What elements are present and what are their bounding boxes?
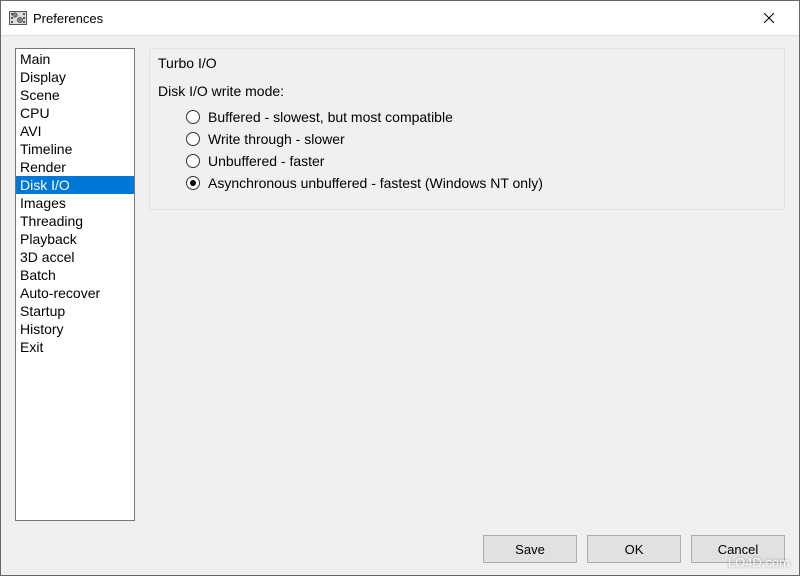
panel-heading: Turbo I/O (158, 55, 778, 71)
write-mode-option[interactable]: Buffered - slowest, but most compatible (186, 109, 778, 125)
radio-icon (186, 132, 200, 146)
radio-icon (186, 176, 200, 190)
panel-subheading: Disk I/O write mode: (158, 83, 778, 99)
radio-label: Write through - slower (208, 131, 345, 147)
sidebar-item[interactable]: AVI (16, 122, 134, 140)
sidebar-item[interactable]: Playback (16, 230, 134, 248)
sidebar-item[interactable]: Threading (16, 212, 134, 230)
settings-panel: Turbo I/O Disk I/O write mode: Buffered … (149, 48, 785, 521)
write-mode-option[interactable]: Write through - slower (186, 131, 778, 147)
write-mode-radiogroup: Buffered - slowest, but most compatible W… (186, 109, 778, 191)
sidebar-item[interactable]: Scene (16, 86, 134, 104)
sidebar-item[interactable]: Disk I/O (16, 176, 134, 194)
sidebar-item[interactable]: Exit (16, 338, 134, 356)
write-mode-option[interactable]: Unbuffered - faster (186, 153, 778, 169)
sidebar-item[interactable]: Display (16, 68, 134, 86)
cancel-button[interactable]: Cancel (691, 535, 785, 563)
app-icon (9, 9, 27, 27)
sidebar-item[interactable]: Auto-recover (16, 284, 134, 302)
radio-icon (186, 110, 200, 124)
sidebar-item[interactable]: Timeline (16, 140, 134, 158)
sidebar-item[interactable]: 3D accel (16, 248, 134, 266)
window-title: Preferences (33, 11, 749, 26)
radio-icon (186, 154, 200, 168)
sidebar-item[interactable]: Startup (16, 302, 134, 320)
close-button[interactable] (749, 4, 789, 32)
dialog-buttons: Save OK Cancel (15, 521, 785, 563)
radio-label: Buffered - slowest, but most compatible (208, 109, 453, 125)
preferences-window: Preferences MainDisplaySceneCPUAVITimeli… (0, 0, 800, 576)
radio-label: Asynchronous unbuffered - fastest (Windo… (208, 175, 543, 191)
sidebar-item[interactable]: Render (16, 158, 134, 176)
category-list[interactable]: MainDisplaySceneCPUAVITimelineRenderDisk… (15, 48, 135, 521)
titlebar: Preferences (1, 1, 799, 35)
write-mode-option[interactable]: Asynchronous unbuffered - fastest (Windo… (186, 175, 778, 191)
radio-label: Unbuffered - faster (208, 153, 324, 169)
ok-button[interactable]: OK (587, 535, 681, 563)
save-button[interactable]: Save (483, 535, 577, 563)
sidebar-item[interactable]: History (16, 320, 134, 338)
sidebar-item[interactable]: Main (16, 50, 134, 68)
client-area: MainDisplaySceneCPUAVITimelineRenderDisk… (1, 35, 799, 575)
sidebar-item[interactable]: Images (16, 194, 134, 212)
sidebar-item[interactable]: CPU (16, 104, 134, 122)
sidebar-item[interactable]: Batch (16, 266, 134, 284)
